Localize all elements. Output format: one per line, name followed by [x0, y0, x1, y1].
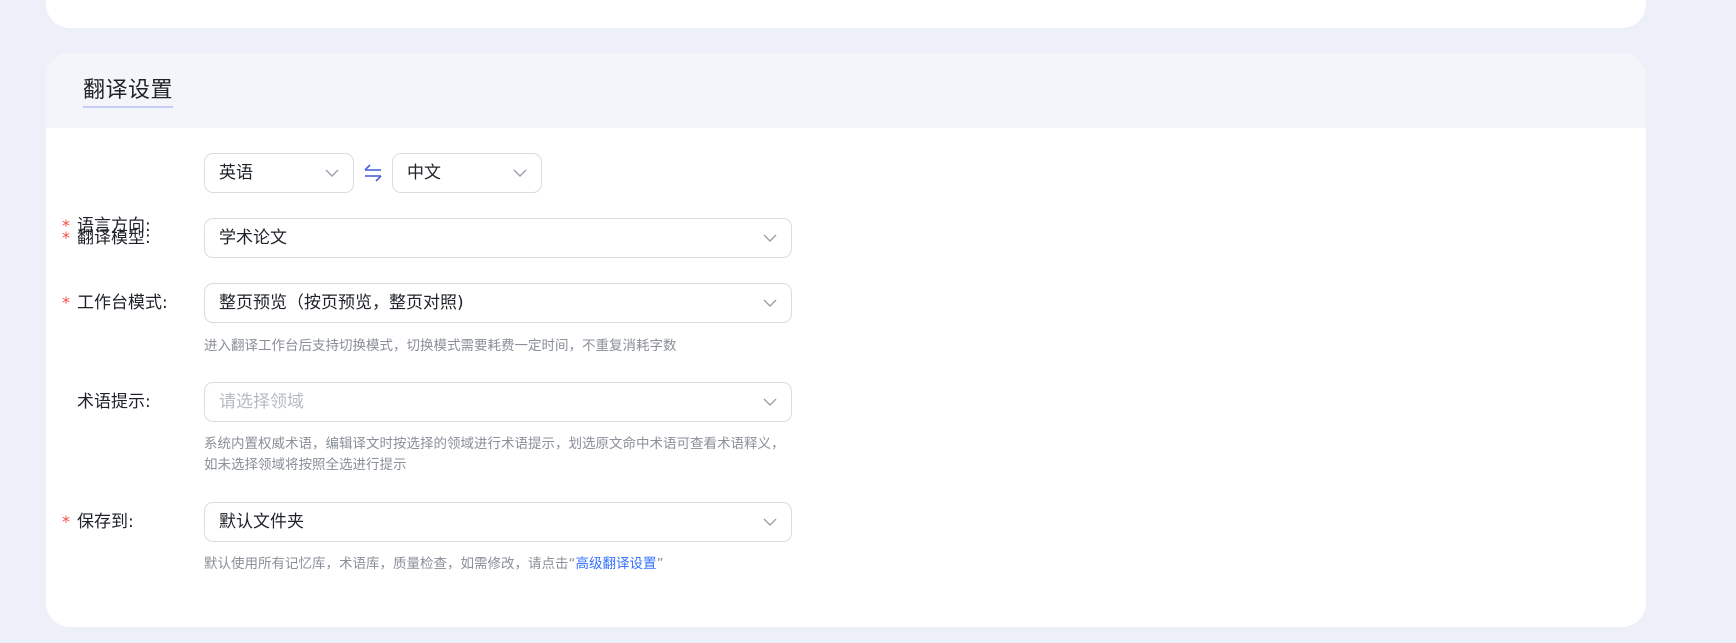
source-language-select[interactable]: 英语	[204, 153, 354, 193]
save-folder-select[interactable]: 默认文件夹	[204, 502, 792, 542]
save-to-label: * 保存到:	[62, 510, 134, 534]
chevron-down-icon	[763, 398, 777, 406]
translation-model-label: * 翻译模型:	[62, 226, 151, 250]
save-hint-suffix: ”	[656, 556, 664, 572]
save-folder-value: 默认文件夹	[219, 512, 304, 532]
previous-section-card	[46, 0, 1646, 28]
translation-model-value: 学术论文	[219, 228, 287, 248]
workbench-mode-value: 整页预览（按页预览，整页对照)	[219, 293, 464, 313]
terminology-hint: 系统内置权威术语，编辑译文时按选择的领域进行术语提示，划选原文命中术语可查看术语…	[204, 436, 785, 473]
terminology-text: 术语提示:	[77, 392, 151, 412]
advanced-translation-settings-link[interactable]: 高级翻译设置	[576, 556, 657, 572]
workbench-mode-label: * 工作台模式:	[62, 291, 168, 315]
translation-model-text: 翻译模型:	[77, 228, 151, 248]
terminology-domain-select[interactable]: 请选择领域	[204, 382, 792, 422]
chevron-down-icon	[763, 518, 777, 526]
required-mark: *	[62, 512, 70, 531]
terminology-label: 术语提示:	[62, 390, 151, 414]
save-hint: 默认使用所有记忆库，术语库，质量检查，如需修改，请点击“高级翻译设置”	[204, 554, 804, 575]
chevron-down-icon	[763, 299, 777, 307]
workbench-mode-text: 工作台模式:	[77, 293, 168, 313]
required-mark: *	[62, 228, 70, 247]
section-title: 翻译设置	[83, 76, 174, 108]
save-to-text: 保存到:	[77, 512, 134, 532]
card-header: 翻译设置	[46, 53, 1646, 128]
target-language-value: 中文	[407, 163, 441, 183]
terminology-placeholder: 请选择领域	[219, 392, 304, 412]
source-language-value: 英语	[219, 163, 253, 183]
translation-settings-card: 翻译设置 * 语言方向: 英语 中文 * 翻译模型: 学术论文 * 工作台模式: 整页…	[46, 53, 1646, 627]
required-mark: *	[62, 293, 70, 312]
workbench-mode-select[interactable]: 整页预览（按页预览，整页对照)	[204, 283, 792, 323]
workbench-mode-hint: 进入翻译工作台后支持切换模式，切换模式需要耗费一定时间，不重复消耗字数	[204, 338, 677, 354]
translation-model-select[interactable]: 学术论文	[204, 218, 792, 258]
chevron-down-icon	[513, 169, 527, 177]
chevron-down-icon	[763, 234, 777, 242]
chevron-down-icon	[325, 169, 339, 177]
swap-arrows-icon[interactable]	[362, 162, 384, 184]
save-hint-text: 默认使用所有记忆库，术语库，质量检查，如需修改，请点击“	[204, 556, 576, 572]
target-language-select[interactable]: 中文	[392, 153, 542, 193]
